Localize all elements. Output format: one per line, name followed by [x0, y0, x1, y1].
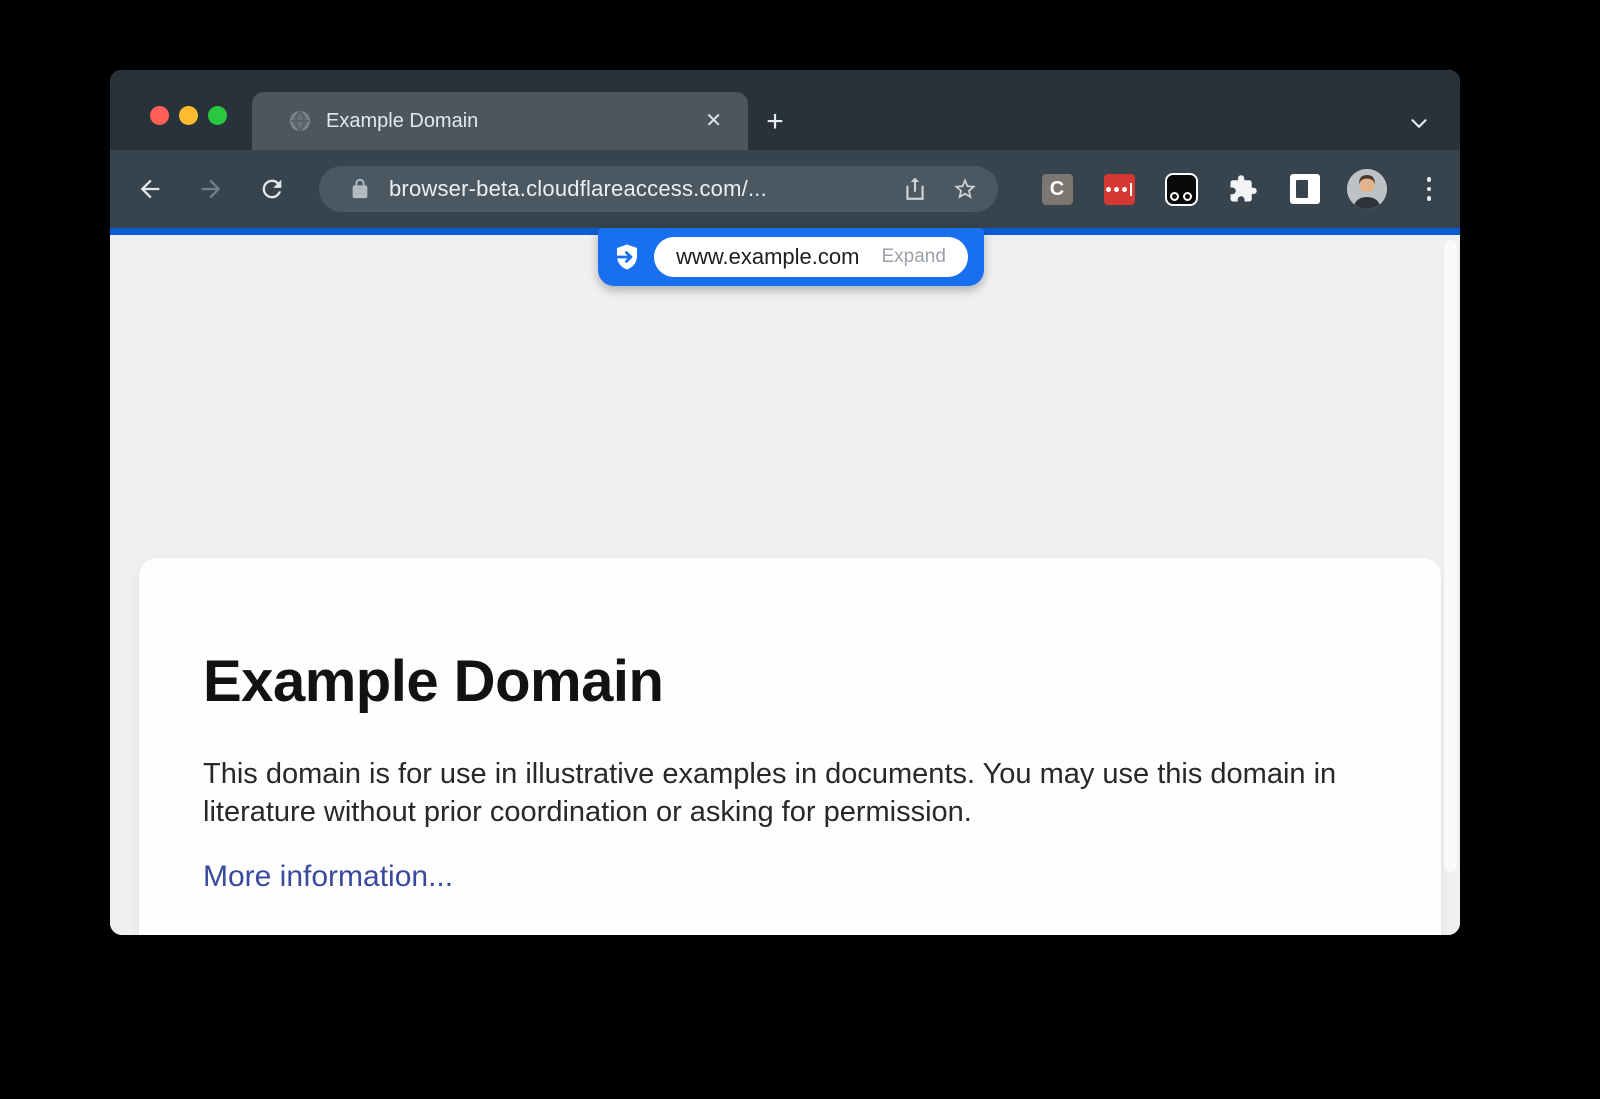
- kebab-menu-icon: [1427, 177, 1432, 201]
- forward-button[interactable]: [197, 175, 225, 203]
- vertical-scrollbar-thumb[interactable]: [1444, 240, 1457, 872]
- avatar: [1347, 169, 1387, 209]
- share-icon[interactable]: [902, 176, 928, 202]
- extension-goggles-button[interactable]: [1150, 173, 1212, 206]
- page-viewport: Example Domain This domain is for use in…: [110, 235, 1460, 935]
- tab-strip: Example Domain ✕ +: [110, 70, 1460, 150]
- goggles-icon: [1165, 173, 1198, 206]
- side-panel-icon: [1290, 174, 1320, 204]
- bookmark-star-icon[interactable]: [952, 176, 978, 202]
- isolation-pill[interactable]: www.example.com Expand: [598, 228, 984, 286]
- macos-minimize-button[interactable]: [179, 106, 198, 125]
- chevron-down-icon[interactable]: [1406, 110, 1432, 136]
- expand-button[interactable]: Expand: [881, 246, 945, 268]
- new-tab-button[interactable]: +: [758, 106, 792, 140]
- tab-title: Example Domain: [326, 110, 699, 133]
- page-title: Example Domain: [203, 648, 1377, 715]
- more-information-link[interactable]: More information...: [203, 860, 453, 894]
- reload-button[interactable]: [258, 175, 286, 203]
- content-card: Example Domain This domain is for use in…: [139, 558, 1441, 935]
- url-text[interactable]: browser-beta.cloudflareaccess.com/...: [389, 176, 902, 202]
- extension-c-button[interactable]: C: [1026, 174, 1088, 205]
- macos-close-button[interactable]: [150, 106, 169, 125]
- profile-button[interactable]: [1336, 169, 1398, 209]
- isolated-domain-text: www.example.com: [676, 244, 859, 270]
- browser-toolbar: browser-beta.cloudflareaccess.com/... C: [110, 150, 1460, 228]
- back-button[interactable]: [136, 175, 164, 203]
- macos-fullscreen-button[interactable]: [208, 106, 227, 125]
- page-paragraph: This domain is for use in illustrative e…: [203, 755, 1363, 831]
- puzzle-piece-icon: [1228, 174, 1258, 204]
- address-bar[interactable]: browser-beta.cloudflareaccess.com/...: [319, 166, 998, 212]
- tab-close-icon[interactable]: ✕: [699, 107, 728, 135]
- tab-example-domain[interactable]: Example Domain ✕: [252, 92, 748, 150]
- lock-icon: [349, 178, 371, 200]
- browser-window: Example Domain ✕ + browser-beta.cloudfla…: [110, 70, 1460, 935]
- side-panel-button[interactable]: [1274, 174, 1336, 204]
- extensions-row: C: [1026, 169, 1460, 209]
- shield-arrow-icon: [612, 242, 642, 272]
- lastpass-dots-icon: [1104, 174, 1135, 205]
- extensions-menu-button[interactable]: [1212, 174, 1274, 204]
- extension-lastpass-button[interactable]: [1088, 174, 1150, 205]
- browser-menu-button[interactable]: [1398, 177, 1460, 201]
- globe-favicon-icon: [288, 109, 312, 133]
- isolation-domain-pill[interactable]: www.example.com Expand: [654, 237, 968, 277]
- extension-c-icon: C: [1042, 174, 1073, 205]
